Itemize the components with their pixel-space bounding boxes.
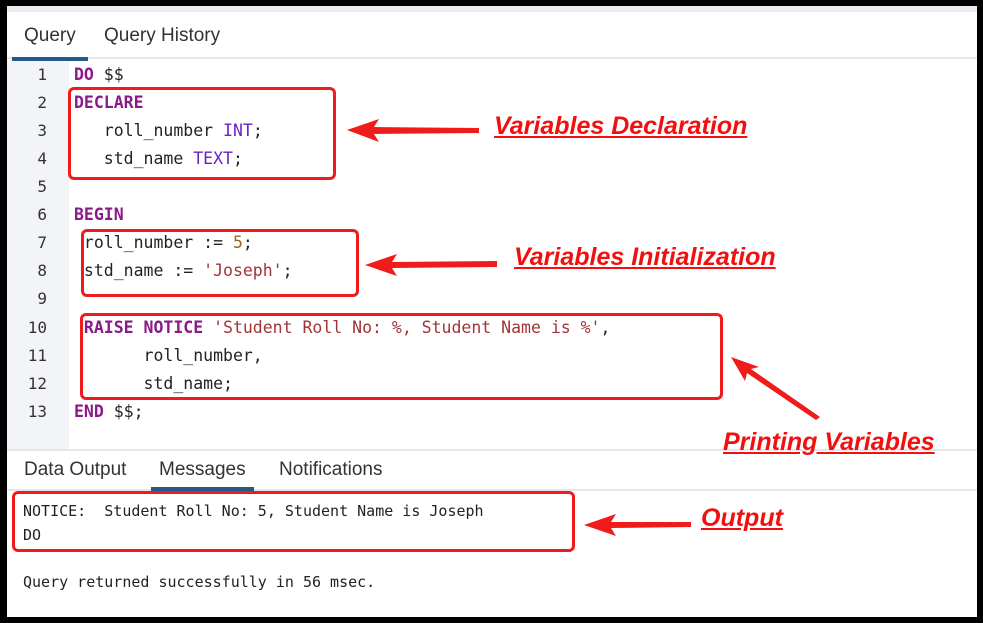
tab-query[interactable]: Query <box>12 12 88 61</box>
line-number: 9 <box>37 289 47 308</box>
keyword: END <box>74 402 104 421</box>
notice-message: NOTICE: Student Roll No: 5, Student Name… <box>23 502 484 520</box>
code-line-8: std_name := 'Joseph'; <box>74 261 293 280</box>
line-number: 5 <box>37 177 47 196</box>
line-number: 12 <box>27 374 47 393</box>
line-number: 3 <box>37 121 47 140</box>
code-text: ; <box>242 233 253 252</box>
line-number: 4 <box>37 149 47 168</box>
keyword: RAISE NOTICE <box>74 318 204 337</box>
code-text: roll_number := <box>74 233 233 252</box>
code-text: std_name := <box>74 261 204 280</box>
code-text: roll_number <box>74 121 224 140</box>
code-line-10: RAISE NOTICE 'Student Roll No: %, Studen… <box>74 318 611 337</box>
line-number: 13 <box>27 402 47 421</box>
output-label: Output <box>701 504 783 532</box>
code-line-11: roll_number, <box>74 346 263 365</box>
type: INT <box>223 121 253 140</box>
keyword: DECLARE <box>74 93 144 112</box>
code-line-7: roll_number := 5; <box>74 233 253 252</box>
output-highlight-box <box>12 491 575 552</box>
editor-tabs: Query Query History <box>7 12 977 61</box>
code-line-6: BEGIN <box>74 205 124 224</box>
code-line-13: END $$; <box>74 402 144 421</box>
do-message: DO <box>23 526 42 544</box>
tab-data-output[interactable]: Data Output <box>16 451 134 489</box>
arrow-output-icon <box>584 514 691 536</box>
code-text: ; <box>232 149 243 168</box>
line-number: 10 <box>27 318 47 337</box>
tab-messages[interactable]: Messages <box>151 451 254 491</box>
string-literal: 'Student Roll No: %, Student Name is %' <box>203 318 601 337</box>
type: TEXT <box>193 149 233 168</box>
line-number: 2 <box>37 93 47 112</box>
code-line-12: std_name; <box>74 374 233 393</box>
keyword: DO <box>74 65 94 84</box>
tab-notifications[interactable]: Notifications <box>271 451 391 489</box>
sql-editor[interactable]: 1 2 3 4 5 6 7 8 9 10 11 12 13 DO $$ DECL… <box>7 61 977 449</box>
code-text: $$; <box>103 402 144 421</box>
line-number: 8 <box>37 261 47 280</box>
code-text: , <box>600 318 611 337</box>
keyword: BEGIN <box>74 205 124 224</box>
code-line-4: std_name TEXT; <box>74 149 243 168</box>
line-number: 7 <box>37 233 47 252</box>
initialization-label: Variables Initialization <box>514 243 776 271</box>
pgadmin-query-panel: Query Query History 1 2 3 4 5 6 7 8 9 10… <box>7 6 977 617</box>
number-literal: 5 <box>232 233 243 252</box>
string-literal: 'Joseph' <box>203 261 283 280</box>
printing-label: Printing Variables <box>723 428 935 456</box>
line-number: 1 <box>37 65 47 84</box>
code-line-2: DECLARE <box>74 93 144 112</box>
code-text: $$ <box>93 65 124 84</box>
tab-query-history[interactable]: Query History <box>92 12 232 59</box>
code-line-1: DO $$ <box>74 65 124 84</box>
code-text: ; <box>252 121 263 140</box>
code-line-3: roll_number INT; <box>74 121 263 140</box>
line-number: 6 <box>37 205 47 224</box>
line-number: 11 <box>27 346 47 365</box>
code-text: std_name <box>74 149 194 168</box>
query-status-message: Query returned successfully in 56 msec. <box>23 573 376 591</box>
code-text: ; <box>282 261 293 280</box>
declaration-label: Variables Declaration <box>494 112 748 140</box>
